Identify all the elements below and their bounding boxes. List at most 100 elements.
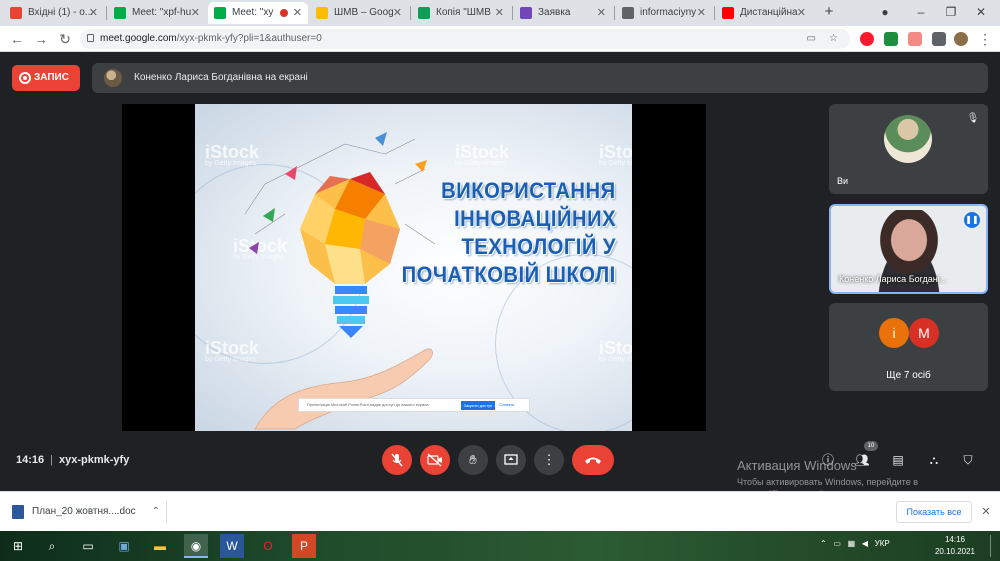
record-button[interactable]: ЗАПИС <box>12 65 80 91</box>
language-indicator[interactable]: УКР <box>875 539 890 548</box>
word-taskbar-icon[interactable]: W <box>220 534 244 558</box>
tab-meet-xpf[interactable]: Meet: "xpf-hu ✕ <box>108 2 206 24</box>
volume-icon[interactable]: ◀ <box>862 539 868 548</box>
tab-separator <box>512 6 513 20</box>
new-tab-button[interactable]: + <box>814 0 844 26</box>
mic-off-icon <box>391 453 403 467</box>
save-app-icon[interactable]: ▣ <box>112 534 136 558</box>
tab-close-icon[interactable]: ✕ <box>191 2 200 24</box>
chevron-up-icon[interactable]: ⌃ <box>152 501 160 523</box>
tab-close-icon[interactable]: ✕ <box>697 2 706 24</box>
tab-separator <box>614 6 615 20</box>
menu-dots-icon[interactable]: ⋮ <box>976 30 994 48</box>
activities-icon: ⛬ <box>929 453 939 467</box>
minimize-button[interactable]: – <box>906 0 936 26</box>
close-downloads-icon[interactable]: ✕ <box>978 501 994 523</box>
forward-arrow-icon[interactable]: → <box>32 30 50 48</box>
leave-call-button[interactable] <box>572 445 614 475</box>
mic-toggle-button[interactable] <box>382 445 412 475</box>
maximize-button[interactable]: ❐ <box>936 0 966 26</box>
avatar[interactable] <box>954 32 968 46</box>
close-window-button[interactable]: ✕ <box>966 0 996 26</box>
host-controls-button[interactable]: ⛉ <box>958 450 978 470</box>
screen-share-banner: Презентація Microsoft PowerPoint надає д… <box>298 398 530 412</box>
battery-icon[interactable]: ▭ <box>833 539 841 548</box>
taskbar-clock[interactable]: 14:16 20.10.2021 <box>925 534 985 558</box>
tab-close-icon[interactable]: ✕ <box>797 2 806 24</box>
meet-icon <box>214 7 226 19</box>
profile-icon[interactable]: ● <box>870 0 900 26</box>
chat-button[interactable]: ▤ <box>888 450 908 470</box>
tab-close-icon[interactable]: ✕ <box>293 2 302 24</box>
forms-icon <box>520 7 532 19</box>
hand-icon: ✋︎ <box>469 452 477 467</box>
sheets-icon <box>418 7 430 19</box>
tab-label: informaciyny <box>640 7 697 18</box>
windows-start-icon[interactable]: ⊞ <box>6 534 30 558</box>
url-host: meet.google.com <box>100 33 177 44</box>
file-explorer-icon[interactable]: ▬ <box>148 534 172 558</box>
recording-dot-icon <box>280 9 288 17</box>
chevron-up-icon[interactable]: ⌃ <box>820 539 827 548</box>
meeting-code: xyx-pkmk-yfy <box>59 454 130 466</box>
tab-copy-shmv[interactable]: Копія "ШМВ ✕ <box>412 2 510 24</box>
shield-extension-icon[interactable] <box>884 32 898 46</box>
presentation-slide: iStock by Getty Images iStock by Getty Ima… <box>195 104 632 431</box>
tab-inbox[interactable]: Вхідні (1) - o... ✕ <box>4 2 104 24</box>
powerpoint-taskbar-icon[interactable]: P <box>292 534 316 558</box>
tab-label: Заявка <box>538 7 571 18</box>
participant-avatar: і <box>879 318 909 348</box>
more-participants-tile[interactable]: і М Ще 7 осіб <box>829 303 988 391</box>
stop-sharing-button[interactable]: Закрити доступ <box>461 401 495 410</box>
show-all-button[interactable]: Показать все <box>896 501 972 523</box>
search-icon[interactable]: ⌕ <box>40 534 64 558</box>
camera-toggle-button[interactable] <box>420 445 450 475</box>
self-tile[interactable]: 🎙︎ Ви <box>829 104 988 194</box>
tab-informaciyny[interactable]: informaciyny ✕ <box>616 2 712 24</box>
tab-close-icon[interactable]: ✕ <box>89 2 98 24</box>
people-button[interactable]: 👥︎ <box>852 450 872 470</box>
tab-shmv[interactable]: ШМВ – Goog ✕ <box>310 2 408 24</box>
gmail-icon <box>10 7 22 19</box>
tab-application[interactable]: Заявка ✕ <box>514 2 612 24</box>
more-options-button[interactable]: ⋮ <box>534 445 564 475</box>
tab-label: Дистанційна <box>740 7 798 18</box>
download-item[interactable]: План_20 жовтня....doc ⌃ <box>12 501 167 523</box>
back-arrow-icon[interactable]: ← <box>8 30 26 48</box>
meeting-time: 14:16 <box>16 454 45 466</box>
opera-taskbar-icon[interactable]: O <box>256 534 280 558</box>
extension-icon[interactable] <box>908 32 922 46</box>
tab-close-icon[interactable]: ✕ <box>393 2 402 24</box>
tab-close-icon[interactable]: ✕ <box>495 2 504 24</box>
tab-close-icon[interactable]: ✕ <box>597 2 606 24</box>
more-participants-label: Ще 7 осіб <box>886 370 931 381</box>
presenting-text: Коненко Лариса Богданівна на екрані <box>134 72 308 83</box>
tab-label: Вхідні (1) - o... <box>28 7 94 18</box>
people-icon: 👥︎ <box>854 453 870 467</box>
bookmark-star-icon[interactable]: ☆ <box>829 29 838 49</box>
puzzle-icon[interactable] <box>932 32 946 46</box>
address-bar[interactable]: meet.google.com/xyx-pkmk-yfy?pli=1&authu… <box>80 29 850 49</box>
chrome-taskbar-icon[interactable]: ◉ <box>184 534 208 558</box>
opera-extension-icon[interactable] <box>860 32 874 46</box>
raise-hand-button[interactable]: ✋︎ <box>458 445 488 475</box>
cast-icon[interactable]: ▭ <box>807 29 816 49</box>
tab-label: Meet: "xy <box>232 7 274 18</box>
tab-label: ШМВ – Goog <box>334 7 394 18</box>
network-icon[interactable]: ▦ <box>848 539 856 548</box>
download-filename: План_20 жовтня....doc <box>32 506 136 517</box>
present-button[interactable] <box>496 445 526 475</box>
activation-text: Чтобы активировать Windows, перейдите в <box>737 477 918 487</box>
activities-button[interactable]: ⛬ <box>924 450 944 470</box>
reload-icon[interactable]: ↻ <box>56 30 74 48</box>
tab-meet-active[interactable]: Meet: "xy ✕ <box>208 2 308 24</box>
mic-off-icon: 🎙︎ <box>966 113 980 124</box>
system-tray[interactable]: ⌃ ▭ ▦ ◀ УКР <box>820 539 890 548</box>
speaker-label: Коненко Лариса Богдані... <box>839 274 948 284</box>
show-desktop-button[interactable] <box>990 535 996 557</box>
speaker-tile[interactable]: ❚❚ Коненко Лариса Богдані... <box>829 204 988 294</box>
hide-link[interactable]: Сховати <box>499 399 514 411</box>
task-view-icon[interactable]: ▭ <box>76 534 100 558</box>
tab-distance[interactable]: Дистанційна ✕ <box>716 2 812 24</box>
meeting-details-button[interactable]: ⓘ <box>818 450 838 470</box>
